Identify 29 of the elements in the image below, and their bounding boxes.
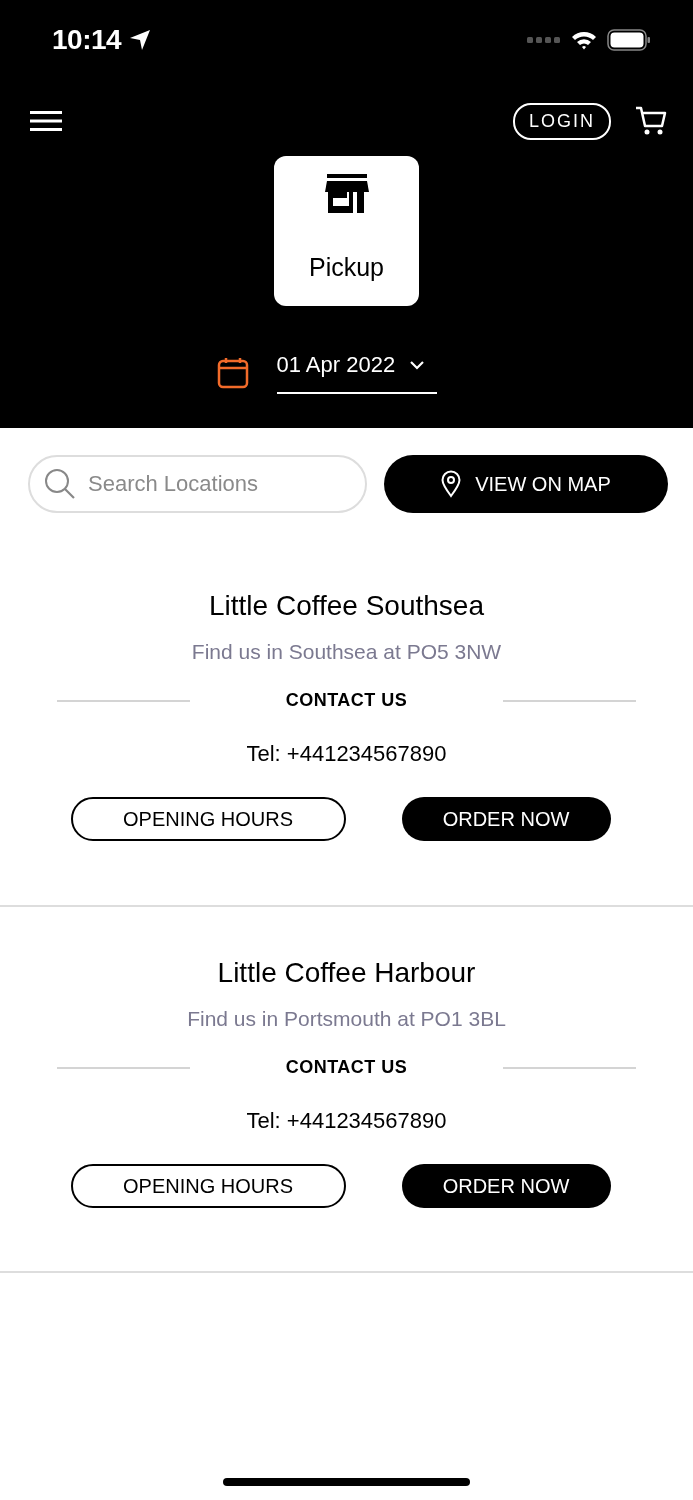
store-icon bbox=[324, 174, 369, 214]
pickup-tab[interactable]: Pickup bbox=[274, 156, 419, 306]
date-dropdown[interactable]: 01 Apr 2022 bbox=[276, 352, 437, 394]
location-name: Little Coffee Harbour bbox=[217, 957, 476, 989]
phone-number: Tel: +441234567890 bbox=[246, 741, 447, 767]
location-name: Little Coffee Southsea bbox=[209, 590, 484, 622]
view-on-map-button[interactable]: VIEW ON MAP bbox=[384, 455, 668, 513]
calendar-icon bbox=[216, 357, 249, 389]
cart-icon[interactable] bbox=[635, 106, 667, 136]
signal-icon bbox=[527, 37, 561, 43]
order-now-button[interactable]: ORDER NOW bbox=[401, 797, 611, 841]
search-icon bbox=[44, 468, 76, 500]
opening-hours-button[interactable]: OPENING HOURS bbox=[70, 1164, 346, 1208]
chevron-down-icon bbox=[409, 360, 426, 370]
location-address: Find us in Southsea at PO5 3NW bbox=[191, 640, 502, 664]
login-button[interactable]: LOGIN bbox=[513, 102, 611, 140]
phone-number: Tel: +441234567890 bbox=[246, 1108, 447, 1134]
status-time: 10:14 bbox=[52, 24, 122, 56]
location-arrow-icon bbox=[129, 29, 152, 51]
map-pin-icon bbox=[441, 470, 462, 498]
menu-icon[interactable] bbox=[30, 110, 62, 132]
wifi-icon bbox=[571, 30, 597, 50]
battery-icon bbox=[607, 29, 651, 51]
contact-heading: CONTACT US bbox=[285, 1057, 408, 1078]
location-address: Find us in Portsmouth at PO1 3BL bbox=[187, 1007, 506, 1031]
contact-heading: CONTACT US bbox=[285, 690, 408, 711]
opening-hours-button[interactable]: OPENING HOURS bbox=[70, 797, 346, 841]
search-field[interactable]: Search Locations bbox=[28, 455, 367, 513]
order-now-button[interactable]: ORDER NOW bbox=[401, 1164, 611, 1208]
